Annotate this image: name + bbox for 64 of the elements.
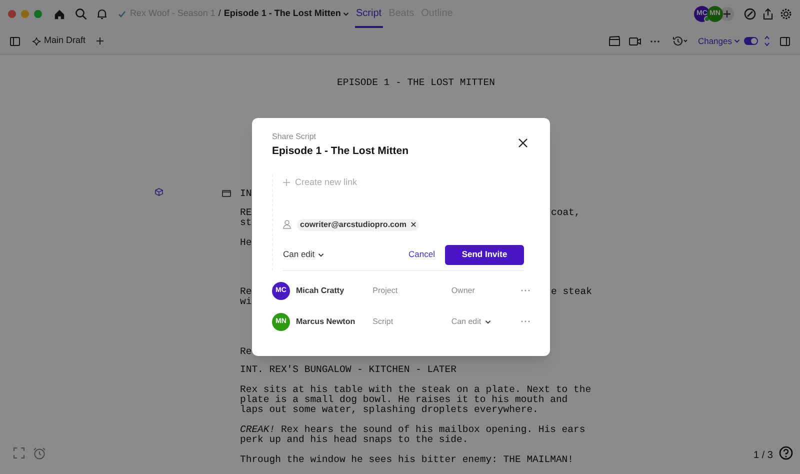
script-line: wi: [240, 297, 252, 307]
chevron-icon: [342, 12, 349, 16]
clapperboard-icon[interactable]: [608, 36, 620, 46]
breadcrumb-separator: /: [218, 7, 221, 20]
share-icon[interactable]: [762, 8, 774, 20]
dialog-title: Episode 1 - The Lost Mitten: [272, 144, 410, 159]
history-icon[interactable]: [672, 36, 688, 46]
script-line: Re: [240, 347, 252, 357]
scene-heading: INT. REX'S BUNGALOW - KITCHEN - LATER: [240, 365, 458, 375]
draft-selector[interactable]: Main Draft: [32, 34, 86, 48]
script-line: coat,: [551, 208, 582, 218]
script-title: EPISODE 1 - THE LOST MITTEN: [336, 78, 496, 88]
member-name: Micah Cratty: [296, 284, 346, 297]
scene-icon[interactable]: [222, 190, 231, 197]
dialog-subtitle: Share Script: [272, 131, 318, 143]
create-link-button[interactable]: Create new link: [283, 174, 358, 192]
more-button[interactable]: [521, 320, 530, 324]
remove-icon[interactable]: [410, 222, 416, 228]
more-button[interactable]: [521, 289, 530, 292]
script-line: He: [240, 238, 252, 248]
bell-icon[interactable]: [96, 8, 108, 20]
chevron-icon: [734, 39, 740, 43]
up-down-arrows-icon[interactable]: [764, 35, 770, 47]
send-invite-button[interactable]: Send Invite: [445, 244, 524, 265]
plus-icon: [723, 10, 731, 18]
script-line: RE: [240, 208, 252, 218]
plus-icon[interactable]: [96, 37, 104, 45]
script-line: IN: [240, 189, 252, 199]
chevron-icon: [485, 320, 492, 324]
member-name: Marcus Newton: [296, 316, 356, 328]
episode-dropdown[interactable]: Episode 1 - The Lost Mitten: [224, 7, 349, 21]
plus-icon: [283, 179, 290, 186]
fullscreen-icon[interactable]: [13, 447, 25, 459]
home-icon[interactable]: [54, 8, 65, 20]
script-line: e steak: [551, 287, 593, 297]
member-scope: Project: [372, 284, 399, 297]
sparkle-icon: [32, 36, 41, 46]
cancel-button[interactable]: Cancel: [408, 248, 435, 262]
changes-toggle[interactable]: [744, 37, 758, 45]
action-paragraph: Through the window he sees his bitter enemy: THE MAILMAN!: [240, 455, 575, 465]
action-paragraph: CREAK! Rex hears the sound of his mailbox opening. His ears perk up and his head snaps to the side.: [240, 425, 586, 445]
member-scope: Script: [372, 316, 394, 328]
permission-dropdown[interactable]: Can edit: [283, 248, 324, 262]
help-icon[interactable]: [779, 446, 793, 460]
page-counter: 1 / 3: [754, 449, 773, 463]
cube-icon[interactable]: [155, 188, 163, 196]
settings-icon[interactable]: [780, 8, 792, 20]
video-camera-icon[interactable]: [628, 36, 641, 46]
role-dropdown[interactable]: Can edit: [451, 316, 521, 328]
search-icon[interactable]: [75, 8, 87, 20]
alarm-clock-icon[interactable]: [33, 447, 46, 460]
script-line: st: [240, 218, 252, 228]
more-icon[interactable]: [650, 40, 660, 42]
check-icon: [118, 10, 126, 18]
email-chip[interactable]: cowriter@arcstudiopro.com: [297, 218, 418, 231]
script-line: Re: [240, 287, 252, 297]
action-paragraph: Rex sits at his table with the steak on a plate. Next to the plate is a small dog bowl. He raises it to his mouth and laps out some water, splashing droplets everywhere.: [240, 385, 592, 415]
chevron-icon: [318, 252, 324, 257]
changes-dropdown[interactable]: Changes: [698, 34, 740, 48]
member-role: Owner: [451, 284, 476, 297]
close-button[interactable]: [518, 138, 528, 148]
sidebar-icon[interactable]: [10, 36, 20, 46]
side-panel-icon[interactable]: [780, 36, 790, 46]
person-icon: [283, 220, 291, 230]
